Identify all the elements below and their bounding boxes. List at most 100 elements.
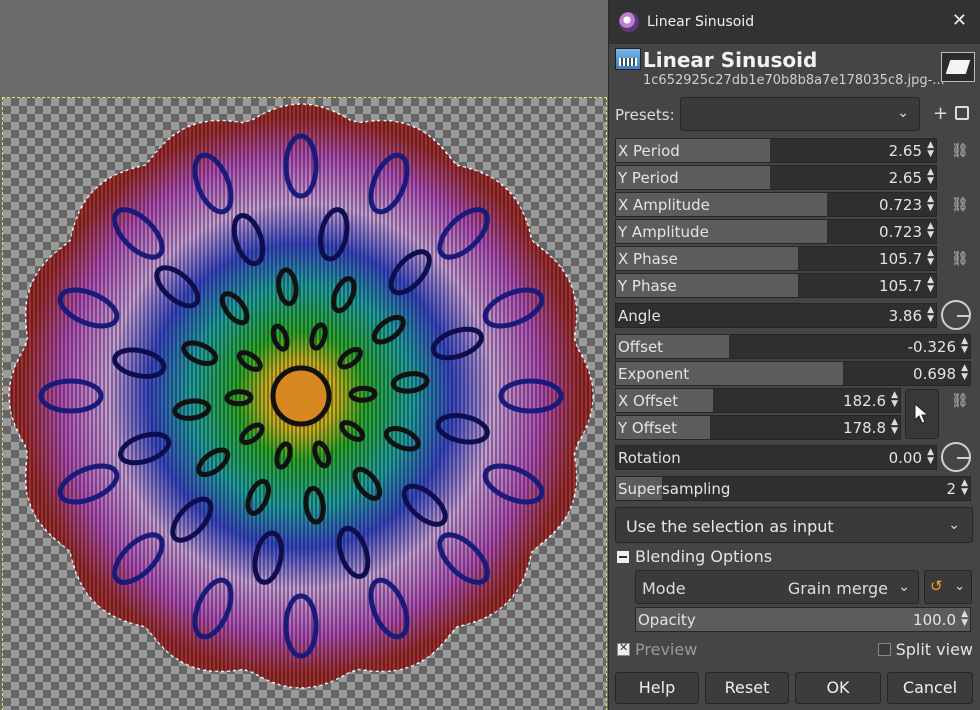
mode-label: Mode (642, 579, 686, 598)
offset-slider[interactable]: Offset -0.326 ▲ ▼ (615, 334, 971, 359)
chevron-down-icon: ⌄ (948, 517, 960, 533)
exponent-value[interactable]: 0.698 (913, 365, 956, 383)
y-phase-label: Y Phase (618, 277, 677, 295)
x-amplitude-slider[interactable]: X Amplitude 0.723 ▲ ▼ (615, 192, 937, 217)
y-offset-value[interactable]: 178.8 (843, 419, 886, 437)
rotation-label: Rotation (618, 449, 681, 467)
opacity-slider[interactable]: Opacity 100.0 ▲ ▼ (635, 607, 971, 632)
chevron-down-icon: ⌄ (898, 579, 910, 595)
selection-input-combo[interactable]: Use the selection as input ⌄ (615, 507, 973, 543)
exponent-label: Exponent (618, 365, 690, 383)
preview-row: Preview Split view (617, 640, 973, 660)
close-icon[interactable]: ✕ (952, 10, 967, 31)
image-file-name: 1c652925c27db1e70b8b8a7e178035c8.jpg-... (643, 73, 945, 88)
composite-mode-combo[interactable]: ↺ ⌄ (924, 570, 972, 604)
y-period-slider[interactable]: Y Period 2.65 ▲ ▼ (615, 165, 937, 190)
spin-arrows-icon[interactable]: ▲ ▼ (961, 364, 968, 382)
image-canvas-area[interactable] (0, 0, 608, 710)
chain-link-icon[interactable]: ⛓ (951, 143, 969, 159)
spin-arrows-icon[interactable]: ▲ ▼ (961, 337, 968, 355)
spin-arrows-icon[interactable]: ▲ ▼ (927, 141, 934, 159)
y-phase-value[interactable]: 105.7 (879, 277, 922, 295)
y-amplitude-value[interactable]: 0.723 (879, 223, 922, 241)
offset-value[interactable]: -0.326 (908, 338, 956, 356)
x-phase-slider[interactable]: X Phase 105.7 ▲ ▼ (615, 246, 937, 271)
y-period-label: Y Period (618, 169, 679, 187)
spin-arrows-icon[interactable]: ▲ ▼ (927, 249, 934, 267)
window-title: Linear Sinusoid (647, 14, 755, 30)
x-phase-label: X Phase (618, 250, 678, 268)
exponent-slider[interactable]: Exponent 0.698 ▲ ▼ (615, 361, 971, 386)
spin-arrows-icon[interactable]: ▲ ▼ (927, 306, 934, 324)
spin-arrows-icon[interactable]: ▲ ▼ (927, 195, 934, 213)
spin-arrows-icon[interactable]: ▲ ▼ (927, 448, 934, 466)
add-preset-icon[interactable]: + (933, 103, 948, 124)
operation-name: Linear Sinusoid (643, 48, 818, 72)
y-amplitude-label: Y Amplitude (618, 223, 709, 241)
layer-thumbnail (941, 52, 975, 82)
split-view-checkbox[interactable] (877, 643, 891, 656)
presets-label: Presets: (615, 106, 675, 124)
y-phase-slider[interactable]: Y Phase 105.7 ▲ ▼ (615, 273, 937, 298)
presets-row: Presets: ⌄ + (615, 97, 975, 131)
x-period-value[interactable]: 2.65 (889, 142, 922, 160)
y-offset-slider[interactable]: Y Offset 178.8 ▲ ▼ (615, 415, 901, 440)
rotation-value[interactable]: 0.00 (889, 449, 922, 467)
spin-arrows-icon[interactable]: ▲ ▼ (927, 168, 934, 186)
chevron-down-icon: ⌄ (954, 579, 965, 594)
x-phase-value[interactable]: 105.7 (879, 250, 922, 268)
composite-mode-icon: ↺ (930, 577, 943, 595)
spin-arrows-icon[interactable]: ▲ ▼ (927, 276, 934, 294)
help-button[interactable]: Help (615, 672, 699, 704)
y-amplitude-slider[interactable]: Y Amplitude 0.723 ▲ ▼ (615, 219, 937, 244)
rotation-dial[interactable] (941, 442, 971, 472)
spin-arrows-icon[interactable]: ▲ ▼ (927, 222, 934, 240)
mandala-image (8, 103, 594, 689)
x-amplitude-value[interactable]: 0.723 (879, 196, 922, 214)
spin-arrows-icon[interactable]: ▲ ▼ (891, 418, 898, 436)
reset-button[interactable]: Reset (705, 672, 789, 704)
collapse-icon (617, 551, 629, 563)
x-amplitude-label: X Amplitude (618, 196, 710, 214)
spin-arrows-icon[interactable]: ▲ ▼ (961, 610, 968, 628)
chain-link-icon[interactable]: ⛓ (951, 251, 969, 267)
selection-input-value: Use the selection as input (626, 517, 834, 536)
x-period-label: X Period (618, 142, 680, 160)
ok-button[interactable]: OK (795, 672, 881, 704)
mode-combo[interactable]: Mode Grain merge ⌄ (635, 570, 919, 604)
split-view-label: Split view (895, 640, 973, 659)
split-view-toggle[interactable]: Split view (877, 640, 973, 659)
pointer-arrow-icon (914, 402, 930, 424)
angle-label: Angle (618, 307, 661, 325)
x-offset-slider[interactable]: X Offset 182.6 ▲ ▼ (615, 388, 901, 413)
supersampling-slider[interactable]: Supersampling 2 ▲ ▼ (615, 476, 971, 501)
presets-menu-icon[interactable] (955, 106, 969, 120)
dialog-titlebar[interactable]: Linear Sinusoid ✕ (609, 0, 980, 44)
mode-value: Grain merge (787, 579, 888, 598)
preview-toggle[interactable]: Preview (617, 640, 697, 659)
y-period-value[interactable]: 2.65 (889, 169, 922, 187)
blending-options-label: Blending Options (635, 547, 773, 566)
blending-options-expander[interactable]: Blending Options (617, 547, 772, 566)
chain-link-icon[interactable]: ⛓ (951, 393, 969, 409)
angle-slider[interactable]: Angle 3.86 ▲ ▼ (615, 303, 937, 328)
x-period-slider[interactable]: X Period 2.65 ▲ ▼ (615, 138, 937, 163)
rotation-slider[interactable]: Rotation 0.00 ▲ ▼ (615, 445, 937, 470)
preview-label: Preview (635, 640, 698, 659)
gimp-app-icon (619, 12, 639, 32)
preview-checkbox[interactable] (617, 641, 630, 656)
x-offset-value[interactable]: 182.6 (843, 392, 886, 410)
image-layer[interactable] (2, 97, 607, 710)
spin-arrows-icon[interactable]: ▲ ▼ (961, 479, 968, 497)
presets-combo[interactable]: ⌄ (680, 97, 920, 131)
dialog-header: Linear Sinusoid 1c652925c27db1e70b8b8a7e… (609, 44, 980, 94)
chain-link-icon[interactable]: ⛓ (951, 197, 969, 213)
pick-coordinates-button[interactable] (905, 389, 939, 439)
angle-dial[interactable] (941, 300, 971, 330)
spin-arrows-icon[interactable]: ▲ ▼ (891, 391, 898, 409)
linear-sinusoid-dialog: Linear Sinusoid ✕ Linear Sinusoid 1c6529… (608, 0, 980, 710)
filter-icon (615, 48, 641, 70)
angle-value[interactable]: 3.86 (889, 307, 922, 325)
cancel-button[interactable]: Cancel (887, 672, 973, 704)
supersampling-value[interactable]: 2 (946, 480, 956, 498)
